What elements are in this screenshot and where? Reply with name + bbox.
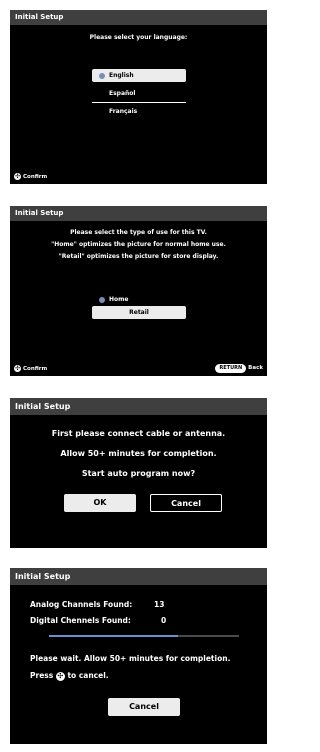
screen-title: Initial Setup bbox=[10, 206, 267, 221]
selected-dot-icon bbox=[99, 72, 105, 79]
usage-option-home[interactable]: Home bbox=[92, 293, 186, 306]
scan-progress-bar bbox=[49, 635, 239, 637]
wait-message: Please wait. Allow 50+ minutes for compl… bbox=[30, 654, 231, 663]
dpad-icon: ✣ bbox=[55, 671, 65, 681]
option-label: Français bbox=[109, 108, 138, 115]
scan-progress-screen: Initial Setup Analog Channels Found: 13 … bbox=[10, 568, 267, 744]
option-dot-icon bbox=[99, 296, 105, 303]
option-label: Español bbox=[109, 90, 136, 97]
usage-line-2: "Home" optimizes the picture for normal … bbox=[51, 241, 226, 248]
digital-channels-value: 0 bbox=[161, 616, 167, 625]
screen-title: Initial Setup bbox=[10, 568, 267, 585]
ok-button[interactable]: OK bbox=[64, 494, 136, 512]
language-prompt: Please select your language: bbox=[89, 34, 188, 41]
usage-line-1: Please select the type of use for this T… bbox=[70, 229, 207, 236]
time-line: Allow 50+ minutes for completion. bbox=[60, 449, 217, 458]
auto-program-screen: Initial Setup First please connect cable… bbox=[10, 398, 267, 548]
cancel-instruction: Press ✣ to cancel. bbox=[30, 671, 109, 681]
confirm-hint: ✣ Confirm bbox=[14, 173, 48, 180]
option-label: Home bbox=[109, 296, 129, 303]
analog-channels-label: Analog Channels Found: bbox=[30, 600, 133, 609]
screen-title: Initial Setup bbox=[10, 10, 267, 25]
language-screen: Initial Setup Please select your languag… bbox=[10, 10, 267, 184]
language-option-espanol[interactable]: Español bbox=[92, 87, 186, 100]
option-label: English bbox=[109, 72, 134, 79]
dpad-icon: ✣ bbox=[14, 173, 21, 180]
digital-channels-label: Digital Chennels Found: bbox=[30, 616, 131, 625]
usage-option-retail[interactable]: Retail bbox=[92, 306, 186, 319]
analog-channels-value: 13 bbox=[154, 600, 165, 609]
dpad-icon: ✣ bbox=[14, 365, 21, 372]
cancel-button[interactable]: Cancel bbox=[150, 494, 222, 512]
language-option-francais[interactable]: Français bbox=[92, 105, 186, 118]
cancel-button[interactable]: Cancel bbox=[108, 698, 180, 716]
usage-type-screen: Initial Setup Please select the type of … bbox=[10, 206, 267, 376]
start-question: Start auto program now? bbox=[81, 469, 196, 478]
return-key-badge: RETURN bbox=[215, 364, 247, 373]
option-divider bbox=[92, 102, 186, 103]
language-option-english[interactable]: English bbox=[92, 69, 186, 82]
screen-title: Initial Setup bbox=[10, 398, 267, 415]
confirm-hint: ✣ Confirm bbox=[14, 365, 48, 372]
connect-line: First please connect cable or antenna. bbox=[51, 429, 226, 438]
back-hint[interactable]: RETURN Back bbox=[215, 364, 263, 373]
usage-line-3: "Retail" optimizes the picture for store… bbox=[58, 253, 219, 260]
progress-fill bbox=[49, 635, 179, 637]
option-label: Retail bbox=[129, 309, 149, 316]
